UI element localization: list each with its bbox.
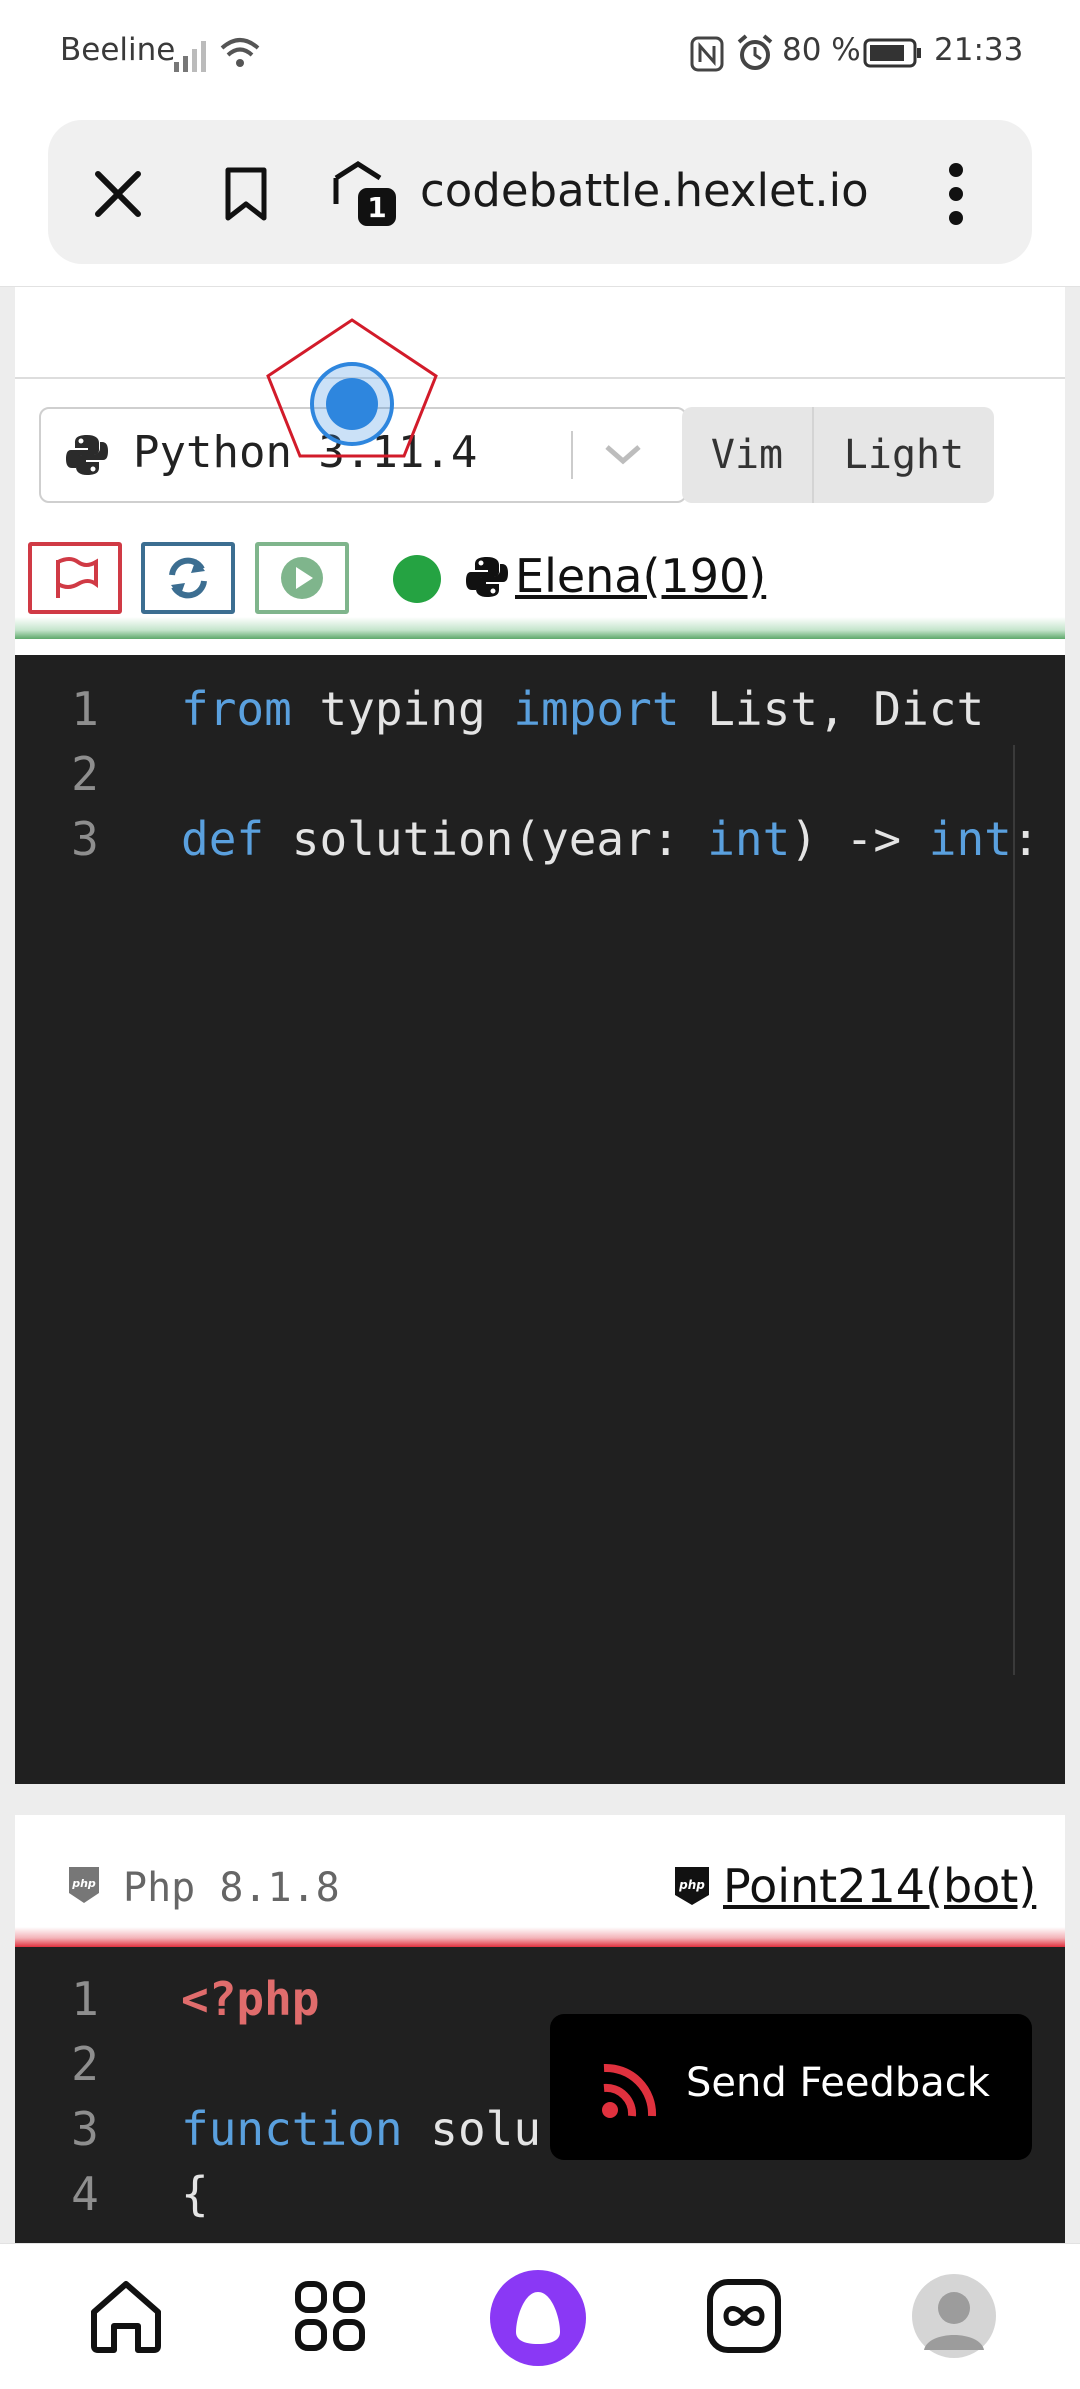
code-text: function solu [181,2099,541,2159]
opponent-progress-bar [15,1927,1065,1947]
run-button[interactable] [255,542,349,614]
player-editor-panel: Python 3.11.4 Vim Light Elena(190) 1 fro… [15,287,1065,1784]
code-token: int [928,812,1012,866]
tab-count: 1 [367,191,386,224]
line-number: 3 [71,2102,99,2156]
clock: 21:33 [934,32,1024,68]
code-token: List, Dict [679,682,985,736]
code-token: function [181,2102,403,2156]
svg-text:php: php [678,1878,705,1892]
online-status-dot [393,555,441,603]
browser-toolbar: 1 codebattle.hexlet.io [0,110,1080,287]
close-icon[interactable] [92,168,144,220]
line-number: 1 [71,682,99,736]
code-line: 2 [15,744,1065,804]
rss-icon [602,2063,657,2118]
play-icon [281,557,323,599]
code-token: from [181,682,292,736]
status-bar: Beeline 80 % 21:33 [0,0,1080,110]
php-icon: php [69,1867,99,1903]
bottom-navigation [0,2243,1080,2389]
apps-icon[interactable] [290,2276,370,2356]
address-bar[interactable]: 1 codebattle.hexlet.io [48,120,1032,264]
refresh-icon [169,557,207,599]
opponent-name-link[interactable]: Point214(bot) [723,1859,1036,1913]
code-token: typing [291,682,514,736]
alarm-icon [737,34,773,70]
signal-icon [174,41,206,72]
code-token: import [513,682,680,736]
python-icon [66,435,108,475]
give-up-button[interactable] [28,542,122,614]
editor-scrollbar[interactable] [1013,745,1015,1675]
reset-button[interactable] [141,542,235,614]
svg-text:php: php [71,1877,96,1890]
line-number: 1 [71,1972,99,2026]
code-token: <?php [181,1972,320,2026]
select-separator [571,431,573,479]
code-text: <?php [181,1969,319,2029]
home-icon[interactable] [86,2276,166,2356]
player-name-link[interactable]: Elena(190) [515,549,766,603]
code-token: def [181,812,265,866]
line-number: 3 [71,812,99,866]
vim-mode-toggle[interactable]: Vim [682,407,814,503]
line-number: 2 [71,747,99,801]
code-line: 1 from typing import List, Dict [15,679,1065,739]
php-icon: php [675,1867,709,1905]
code-token: { [181,2167,209,2221]
opponent-language: Php 8.1.8 [123,1865,340,1911]
python-icon [466,557,508,597]
infinity-icon[interactable] [704,2276,784,2356]
more-icon[interactable] [946,160,966,228]
avatar-icon[interactable] [910,2272,998,2360]
send-feedback-button[interactable]: Send Feedback [550,2014,1032,2160]
code-text: from typing import List, Dict [181,679,984,739]
wifi-icon [220,38,260,67]
code-line: 3 def solution(year: int) -> int: [15,809,1065,869]
nfc-icon [690,36,724,72]
code-text: { [181,2164,209,2224]
code-line: 4{ [15,2164,1065,2224]
line-number: 2 [71,2037,99,2091]
bookmark-icon[interactable] [222,166,270,222]
theme-toggle[interactable]: Light [814,407,994,503]
carrier-name: Beeline [60,32,176,68]
divider [15,377,1065,379]
code-token: : [1011,812,1040,866]
code-token: int [707,812,791,866]
flag-icon [56,557,98,598]
assistant-icon[interactable] [488,2268,588,2368]
chevron-down-icon[interactable] [601,439,645,469]
code-token: solution(year: [264,812,708,866]
tap-indicator [266,318,438,458]
line-number: 4 [71,2167,99,2221]
send-feedback-label: Send Feedback [686,2060,990,2106]
page-content: Python 3.11.4 Vim Light Elena(190) 1 fro… [0,287,1080,2245]
code-token: solu [402,2102,542,2156]
url-text[interactable]: codebattle.hexlet.io [420,164,869,217]
code-editor[interactable]: 1 from typing import List, Dict 2 3 def solu… [15,655,1065,1784]
player-progress-bar [15,617,1065,639]
code-text: def solution(year: int) -> int: [181,809,1040,869]
battery-icon [863,38,921,68]
battery-percent: 80 % [782,32,861,68]
code-token: ) -> [790,812,929,866]
tabs-icon[interactable]: 1 [328,158,400,230]
